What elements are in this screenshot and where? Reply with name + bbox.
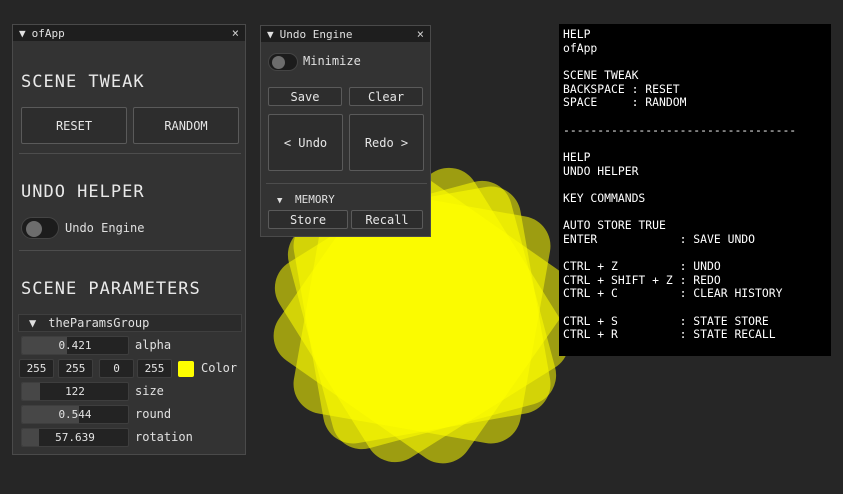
ofapp-panel: ▼ ofApp × SCENE TWEAK RESET RANDOM UNDO … <box>12 24 246 455</box>
reset-button[interactable]: RESET <box>21 107 127 144</box>
minimize-toggle[interactable] <box>268 53 298 71</box>
toggle-knob <box>26 221 42 237</box>
color-a-field[interactable]: 255 <box>137 359 172 378</box>
divider <box>266 183 427 184</box>
color-r-field[interactable]: 255 <box>19 359 54 378</box>
toggle-knob <box>272 56 285 69</box>
scene-tweak-title: SCENE TWEAK <box>21 72 145 92</box>
help-text-box: HELP ofApp SCENE TWEAK BACKSPACE : RESET… <box>559 24 831 356</box>
undo-engine-panel: ▼ Undo Engine × Minimize Save Clear < Un… <box>260 25 431 237</box>
ofapp-titlebar[interactable]: ▼ ofApp × <box>13 25 245 41</box>
size-slider[interactable]: 122 <box>21 382 129 401</box>
close-icon[interactable]: × <box>232 26 239 40</box>
close-icon[interactable]: × <box>417 27 424 41</box>
divider <box>19 250 241 251</box>
redo-button[interactable]: Redo > <box>349 114 424 171</box>
color-b-field[interactable]: 0 <box>99 359 134 378</box>
collapse-triangle-icon: ▼ <box>29 316 37 330</box>
round-value: 0.544 <box>58 408 92 421</box>
round-slider[interactable]: 0.544 <box>21 405 129 424</box>
collapse-triangle-icon: ▼ <box>277 196 283 206</box>
size-label: size <box>135 384 164 398</box>
undo-helper-title: UNDO HELPER <box>21 182 145 202</box>
collapse-triangle-icon[interactable]: ▼ <box>19 27 26 40</box>
memory-label: MEMORY <box>295 193 335 206</box>
scene-parameters-title: SCENE PARAMETERS <box>21 279 201 299</box>
slider-fill <box>22 383 41 400</box>
rotation-label: rotation <box>135 430 193 444</box>
params-group-label: theParamsGroup <box>48 316 150 330</box>
rotation-slider[interactable]: 57.639 <box>21 428 129 447</box>
color-swatch[interactable] <box>178 361 194 377</box>
color-g-value: 255 <box>65 362 86 375</box>
collapse-triangle-icon[interactable]: ▼ <box>267 28 274 41</box>
color-a-value: 255 <box>144 362 165 375</box>
rotation-value: 57.639 <box>55 431 95 444</box>
color-r-value: 255 <box>26 362 47 375</box>
color-g-field[interactable]: 255 <box>58 359 93 378</box>
alpha-value: 0.421 <box>58 339 92 352</box>
undo-button[interactable]: < Undo <box>268 114 343 171</box>
store-button[interactable]: Store <box>268 210 348 229</box>
save-button[interactable]: Save <box>268 87 342 106</box>
ofapp-title: ofApp <box>31 26 65 40</box>
random-button[interactable]: RANDOM <box>133 107 239 144</box>
undo-engine-toggle[interactable] <box>21 217 59 239</box>
undo-engine-title: Undo Engine <box>279 27 353 41</box>
color-b-value: 0 <box>113 362 120 375</box>
divider <box>19 153 241 154</box>
clear-button[interactable]: Clear <box>349 87 423 106</box>
undo-engine-toggle-label: Undo Engine <box>65 221 145 235</box>
size-value: 122 <box>65 385 85 398</box>
recall-button[interactable]: Recall <box>351 210 423 229</box>
params-group-header[interactable]: ▼ theParamsGroup <box>18 314 242 332</box>
app-window: ▼ ofApp × SCENE TWEAK RESET RANDOM UNDO … <box>0 0 843 494</box>
minimize-label: Minimize <box>303 54 361 68</box>
slider-fill <box>22 429 39 446</box>
alpha-slider[interactable]: 0.421 <box>21 336 129 355</box>
undo-engine-titlebar[interactable]: ▼ Undo Engine × <box>261 26 430 42</box>
memory-header[interactable]: ▼ MEMORY <box>277 193 335 206</box>
color-label: Color <box>201 361 238 375</box>
round-label: round <box>135 407 172 421</box>
alpha-label: alpha <box>135 338 172 352</box>
